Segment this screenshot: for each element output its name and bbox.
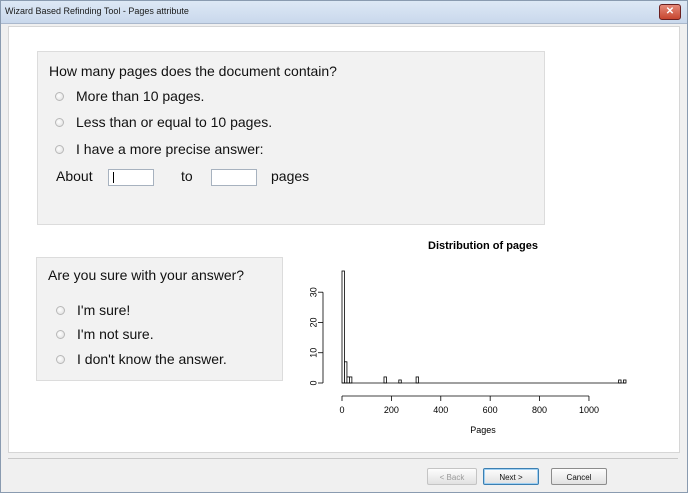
option-more-than-10[interactable]: More than 10 pages. xyxy=(55,88,204,104)
x-tick-label-0: 0 xyxy=(339,405,344,415)
y-tick-label-30: 30 xyxy=(308,287,318,297)
close-button[interactable]: ✕ xyxy=(659,4,681,20)
option-precise-answer-label: I have a more precise answer: xyxy=(76,141,264,157)
x-tick-label-600: 600 xyxy=(483,405,498,415)
histogram-bar-3 xyxy=(349,376,353,384)
x-axis-label: Pages xyxy=(470,425,496,435)
footer-divider xyxy=(8,458,678,459)
pages-question-group: How many pages does the document contain… xyxy=(37,51,545,225)
wizard-content: How many pages does the document contain… xyxy=(8,26,680,453)
option-dont-know-label: I don't know the answer. xyxy=(77,351,227,367)
option-sure[interactable]: I'm sure! xyxy=(56,302,130,318)
option-less-or-equal-10[interactable]: Less than or equal to 10 pages. xyxy=(55,114,272,130)
x-tick-label-800: 800 xyxy=(532,405,547,415)
close-icon: ✕ xyxy=(665,6,675,17)
option-less-or-equal-10-label: Less than or equal to 10 pages. xyxy=(76,114,273,130)
option-not-sure-label: I'm not sure. xyxy=(77,326,154,342)
title-bar[interactable]: Wizard Based Refinding Tool - Pages attr… xyxy=(1,1,687,24)
pages-label: pages xyxy=(271,168,310,184)
radio-precise-answer[interactable] xyxy=(55,144,64,154)
pages-from-input[interactable] xyxy=(108,169,154,186)
y-tick-label-10: 10 xyxy=(308,348,318,358)
histogram-bar-6 xyxy=(415,376,419,384)
text-cursor xyxy=(113,172,114,183)
x-tick-label-400: 400 xyxy=(433,405,448,415)
option-not-sure[interactable]: I'm not sure. xyxy=(56,326,154,342)
window-title: Wizard Based Refinding Tool - Pages attr… xyxy=(5,6,189,16)
radio-sure[interactable] xyxy=(56,305,65,315)
pages-histogram-panel: Distribution of pages 0 10 20 30 0 200 400 600 80… xyxy=(296,231,642,441)
histogram-bar-7 xyxy=(618,379,622,384)
option-dont-know[interactable]: I don't know the answer. xyxy=(56,351,227,367)
wizard-window: Wizard Based Refinding Tool - Pages attr… xyxy=(0,0,688,493)
option-precise-answer[interactable]: I have a more precise answer: xyxy=(55,141,264,157)
cancel-button[interactable]: Cancel xyxy=(551,468,607,485)
radio-not-sure[interactable] xyxy=(56,329,65,339)
next-button[interactable]: Next > xyxy=(483,468,539,485)
back-button[interactable]: < Back xyxy=(427,468,477,485)
chart-title: Distribution of pages xyxy=(428,240,538,252)
x-tick-label-1000: 1000 xyxy=(579,405,599,415)
option-more-than-10-label: More than 10 pages. xyxy=(76,88,205,104)
histogram-bar-4 xyxy=(383,376,387,384)
pages-to-input[interactable] xyxy=(211,169,257,186)
histogram-bar-5 xyxy=(398,379,402,384)
pages-question: How many pages does the document contain… xyxy=(49,63,337,79)
to-label: to xyxy=(181,168,193,184)
radio-more-than-10[interactable] xyxy=(55,91,64,101)
x-tick-label-200: 200 xyxy=(384,405,399,415)
histogram-bar-8 xyxy=(623,379,627,384)
confidence-question: Are you sure with your answer? xyxy=(48,267,245,283)
option-sure-label: I'm sure! xyxy=(77,302,131,318)
confidence-question-group: Are you sure with your answer? I'm sure!… xyxy=(36,257,283,381)
pages-histogram: Distribution of pages 0 10 20 30 0 200 400 600 80… xyxy=(308,240,627,435)
radio-less-or-equal-10[interactable] xyxy=(55,117,64,127)
y-tick-label-20: 20 xyxy=(308,317,318,327)
radio-dont-know[interactable] xyxy=(56,354,65,364)
y-tick-label-0: 0 xyxy=(308,380,318,385)
about-label: About xyxy=(56,168,93,184)
